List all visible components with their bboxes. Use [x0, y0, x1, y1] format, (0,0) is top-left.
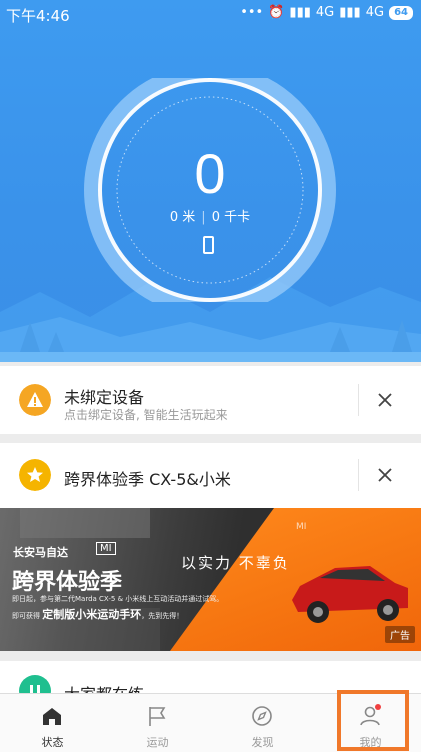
promo-card-title: 跨界体验季 CX-5&小米: [64, 470, 231, 489]
close-icon[interactable]: [373, 463, 397, 487]
tab-status-label: 状态: [41, 736, 64, 749]
banner-offer-highlight: 定制版小米运动手环: [42, 608, 142, 621]
step-ring[interactable]: 0 0 米 | 0 千卡: [79, 78, 341, 302]
tab-discover-label: 发现: [251, 736, 274, 749]
flag-icon: [149, 707, 166, 726]
divider: [358, 384, 359, 416]
tab-sport[interactable]: 运动: [105, 694, 210, 752]
banner-description: 即日起，参与第二代Marda CX-5 & 小米线上互动活动并通过试驾。: [12, 595, 224, 603]
device-card-subtitle: 点击绑定设备, 智能生活玩起来: [64, 408, 228, 422]
banner-brand-logo: 长安马自达: [13, 546, 68, 559]
hero-panel: 下午4:46 ••• ⏰ ▮▮▮ 4G ▮▮▮ 4G 64 0 0 米 | 0 千卡: [0, 0, 421, 362]
ad-badge: 广告: [385, 626, 415, 643]
alarm-icon: ⏰: [268, 5, 285, 20]
more-dots-icon: •••: [240, 5, 264, 20]
status-time: 下午4:46: [6, 7, 70, 25]
banner-headline: 跨界体验季: [12, 570, 123, 595]
banner-offer-suffix: ，先到先得！: [141, 612, 184, 620]
network-label: 4G: [315, 5, 335, 20]
promo-banner[interactable]: 长安马自达 MI MI 跨界体验季 以实力 不辜负 即日起，参与第二代Marda…: [0, 508, 421, 651]
tab-sport-label: 运动: [146, 736, 169, 749]
status-bar: 下午4:46 ••• ⏰ ▮▮▮ 4G ▮▮▮ 4G 64: [0, 0, 421, 28]
highlight-box: [337, 690, 409, 751]
device-card-row[interactable]: 未绑定设备 点击绑定设备, 智能生活玩起来: [0, 366, 421, 434]
battery-icon: 64: [389, 5, 413, 20]
compass-icon: [252, 706, 272, 726]
network-label-2: 4G: [365, 5, 385, 20]
step-count: 0: [194, 142, 226, 205]
banner-offer-prefix: 即可获得: [12, 612, 43, 620]
banner-mi-logo-2: MI: [296, 522, 307, 532]
signal-icon: ▮▮▮: [289, 5, 311, 20]
banner-slogan: 以实力 不辜负: [181, 554, 290, 572]
phone-icon: [203, 236, 214, 254]
tab-discover[interactable]: 发现: [210, 694, 315, 752]
device-card-title: 未绑定设备: [64, 388, 145, 407]
device-card[interactable]: 未绑定设备 点击绑定设备, 智能生活玩起来: [0, 366, 421, 434]
signal-icon-2: ▮▮▮: [339, 5, 361, 20]
star-icon: [19, 459, 51, 491]
warning-icon: [19, 384, 51, 416]
tab-status[interactable]: 状态: [0, 694, 105, 752]
divider: [358, 459, 359, 491]
promo-card-row[interactable]: 跨界体验季 CX-5&小米: [0, 443, 421, 511]
home-icon: [43, 708, 61, 725]
status-icons: ••• ⏰ ▮▮▮ 4G ▮▮▮ 4G 64: [240, 5, 413, 20]
promo-card[interactable]: 跨界体验季 CX-5&小米: [0, 443, 421, 508]
close-icon[interactable]: [373, 388, 397, 412]
banner-offer: 即可获得 定制版小米运动手环，先到先得！: [12, 606, 183, 622]
distance-value: 0 米: [169, 210, 196, 225]
calories-value: 0 千卡: [211, 210, 251, 225]
stats-row: 0 米 | 0 千卡: [169, 210, 251, 225]
banner-mi-logo: MI: [96, 542, 116, 555]
